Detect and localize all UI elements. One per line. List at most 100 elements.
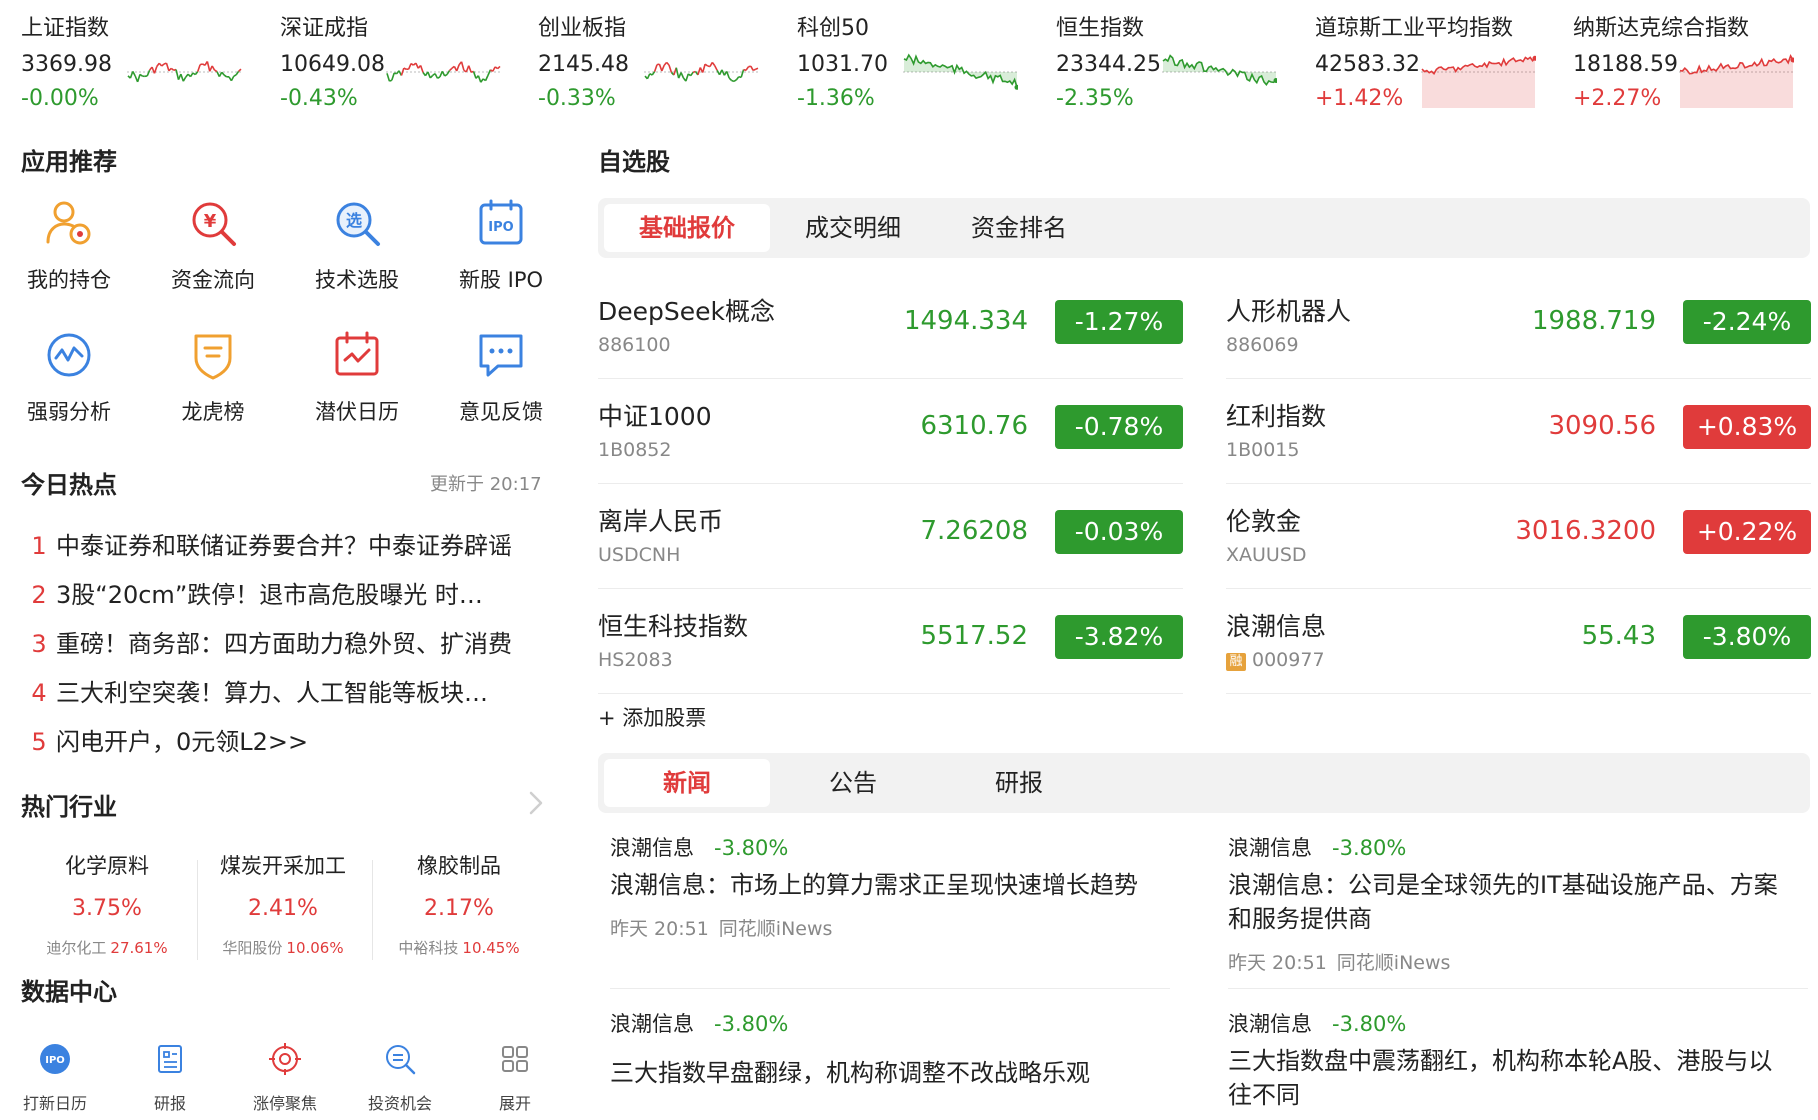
hot-news-item[interactable]: 1 中泰证券和联储证券要合并？中泰证券辟谣 <box>22 526 552 566</box>
index-item-shanghai[interactable]: 上证指数 3369.98 -0.00% <box>21 8 271 118</box>
index-ticker-bar: 上证指数 3369.98 -0.00% 深证成指 10649.08 -0.43%… <box>0 0 1818 118</box>
data-center-research[interactable]: 研报 <box>115 1042 225 1114</box>
data-center-expand[interactable]: 展开 <box>460 1042 570 1114</box>
industry-item[interactable]: 化学原料 3.75% 迪尔化工 27.61% <box>22 850 192 958</box>
news-card[interactable]: 浪潮信息 -3.80% 三大指数早盘翻绿，机构称调整不改战略乐观 <box>610 1008 1170 1090</box>
stock-name: 离岸人民币 <box>598 507 724 536</box>
sparkline-segment <box>391 72 395 81</box>
sparkline-segment <box>467 65 472 73</box>
news-card[interactable]: 浪潮信息 -3.80% 浪潮信息：市场上的算力需求正呈现快速增长趋势 昨天 20:… <box>610 832 1170 941</box>
stock-price: 5517.52 <box>920 621 1028 651</box>
app-my-holdings[interactable]: 我的持仓 <box>4 196 134 316</box>
sparkline-segment <box>410 62 414 66</box>
tab-trade-details[interactable]: 成交明细 <box>770 204 936 252</box>
watchlist-row[interactable]: 中证1000 1B0852 6310.76 -0.78% <box>598 379 1183 484</box>
sparkline-segment <box>230 75 235 82</box>
news-time: 昨天 20:51 <box>1228 952 1327 974</box>
stock-code: USDCNH <box>598 544 681 566</box>
tab-news[interactable]: 新闻 <box>604 759 770 807</box>
app-fund-flow[interactable]: ¥ 资金流向 <box>148 196 278 316</box>
index-name: 创业板指 <box>538 16 627 41</box>
stock-name: 红利指数 <box>1226 402 1327 431</box>
change-badge: -3.82% <box>1055 615 1183 659</box>
sparkline-segment <box>480 78 484 83</box>
index-name: 道琼斯工业平均指数 <box>1315 16 1514 41</box>
stock-name: 伦敦金 <box>1226 507 1302 536</box>
hot-news-item[interactable]: 4 三大利空突袭！算力、人工智能等板块… <box>22 673 552 713</box>
news-card[interactable]: 浪潮信息 -3.80% 三大指数盘中震荡翻红，机构称本轮A股、港股与以往不同 <box>1228 1008 1788 1112</box>
app-new-ipo[interactable]: IPO 新股 IPO <box>436 196 566 316</box>
hot-news-item[interactable]: 2 3股“20cm”跌停！退市高危股曝光 时… <box>22 575 552 615</box>
index-name: 纳斯达克综合指数 <box>1573 16 1750 41</box>
change-badge: -0.78% <box>1055 405 1183 449</box>
industry-item[interactable]: 橡胶制品 2.17% 中裕科技 10.45% <box>374 850 544 958</box>
index-change: -0.43% <box>280 86 358 111</box>
data-center-label: 展开 <box>498 1094 531 1113</box>
index-change: -0.33% <box>538 86 616 111</box>
data-center-ipo-calendar[interactable]: IPO 打新日历 <box>0 1042 110 1114</box>
shield-badge-icon <box>194 334 232 380</box>
sparkline-segment <box>407 63 412 70</box>
index-name: 深证成指 <box>280 16 369 41</box>
section-title-hot-news: 今日热点 <box>21 471 117 499</box>
change-badge: -1.27% <box>1055 300 1183 344</box>
index-item-dow-jones[interactable]: 道琼斯工业平均指数 42583.32 +1.42% <box>1315 8 1565 118</box>
opportunity-search-icon <box>386 1045 416 1075</box>
news-rank: 4 <box>31 679 47 707</box>
watchlist-row[interactable]: 离岸人民币 USDCNH 7.26208 -0.03% <box>598 484 1183 589</box>
index-item-shenzhen[interactable]: 深证成指 10649.08 -0.43% <box>280 8 530 118</box>
index-item-hang-seng[interactable]: 恒生指数 23344.25 -2.35% <box>1056 8 1306 118</box>
watchlist-row[interactable]: 红利指数 1B0015 3090.56 +0.83% <box>1226 379 1811 484</box>
watchlist-row[interactable]: 浪潮信息 融 000977 55.43 -3.80% <box>1226 589 1811 694</box>
industry-item[interactable]: 煤炭开采加工 2.41% 华阳股份 10.06% <box>198 850 368 958</box>
watchlist-row[interactable]: DeepSeek概念 886100 1494.334 -1.27% <box>598 274 1183 379</box>
change-badge: -2.24% <box>1683 300 1811 344</box>
stock-name: 中证1000 <box>598 402 712 431</box>
news-text: 三大利空突袭！算力、人工智能等板块… <box>56 679 488 707</box>
app-strength-analysis[interactable]: 强弱分析 <box>4 328 134 448</box>
tab-research-reports[interactable]: 研报 <box>936 759 1102 807</box>
tab-basic-quote[interactable]: 基础报价 <box>604 204 770 252</box>
tab-announcements[interactable]: 公告 <box>770 759 936 807</box>
ipo-calendar-icon: IPO <box>40 1044 70 1074</box>
change-badge: -3.80% <box>1683 615 1811 659</box>
sparkline-segment <box>731 79 735 83</box>
watchlist-row[interactable]: 伦敦金 XAUUSD 3016.3200 +0.22% <box>1226 484 1811 589</box>
news-rank: 2 <box>31 581 47 609</box>
index-item-star50[interactable]: 科创50 1031.70 -1.36% <box>797 8 1047 118</box>
app-dragon-tiger-list[interactable]: 龙虎榜 <box>148 328 278 448</box>
app-tech-stock-pick[interactable]: 选 技术选股 <box>292 196 422 316</box>
section-title-watchlist: 自选股 <box>598 148 670 176</box>
tab-fund-ranking[interactable]: 资金排名 <box>936 204 1102 252</box>
watchlist-row[interactable]: 恒生科技指数 HS2083 5517.52 -3.82% <box>598 589 1183 694</box>
sparkline-area <box>1422 57 1535 108</box>
leader-name: 迪尔化工 <box>46 939 107 957</box>
sparkline-segment <box>170 67 175 71</box>
data-center-opportunity[interactable]: 投资机会 <box>345 1042 455 1114</box>
news-meta: 昨天 20:51 同花顺iNews <box>1228 948 1788 975</box>
news-card[interactable]: 浪潮信息 -3.80% 浪潮信息：公司是全球领先的IT基础设施产品、方案和服务提供… <box>1228 832 1788 975</box>
hot-news-item[interactable]: 3 重磅！商务部：四方面助力稳外贸、扩消费 <box>22 624 552 664</box>
sparkline-segment <box>685 73 690 82</box>
chevron-right-icon[interactable] <box>528 790 544 816</box>
index-item-chinext[interactable]: 创业板指 2145.48 -0.33% <box>538 8 788 118</box>
sparkline-segment <box>211 65 216 71</box>
sparkline-segment <box>494 66 499 70</box>
index-change: +2.27% <box>1573 86 1662 111</box>
index-item-nasdaq[interactable]: 纳斯达克综合指数 18188.59 +2.27% <box>1573 8 1818 118</box>
data-center-limit-up-focus[interactable]: 涨停聚焦 <box>230 1042 340 1114</box>
hot-news-item[interactable]: 5 闪电开户，0元领L2>> <box>22 722 552 762</box>
sparkline-segment <box>745 66 750 71</box>
stock-price: 1494.334 <box>903 306 1028 336</box>
industry-change: 2.41% <box>248 896 318 921</box>
change-badge: -0.03% <box>1055 510 1183 554</box>
add-stock-button[interactable]: + 添加股票 <box>598 702 706 732</box>
svg-text:IPO: IPO <box>45 1055 65 1066</box>
app-lurk-calendar[interactable]: 潜伏日历 <box>292 328 422 448</box>
news-text: 重磅！商务部：四方面助力稳外贸、扩消费 <box>56 630 512 658</box>
app-feedback[interactable]: 意见反馈 <box>436 328 566 448</box>
leader-change: 10.06% <box>286 939 344 957</box>
watchlist-row[interactable]: 人形机器人 886069 1988.719 -2.24% <box>1226 274 1811 379</box>
sparkline-segment <box>238 68 242 72</box>
app-label: 意见反馈 <box>459 400 543 424</box>
